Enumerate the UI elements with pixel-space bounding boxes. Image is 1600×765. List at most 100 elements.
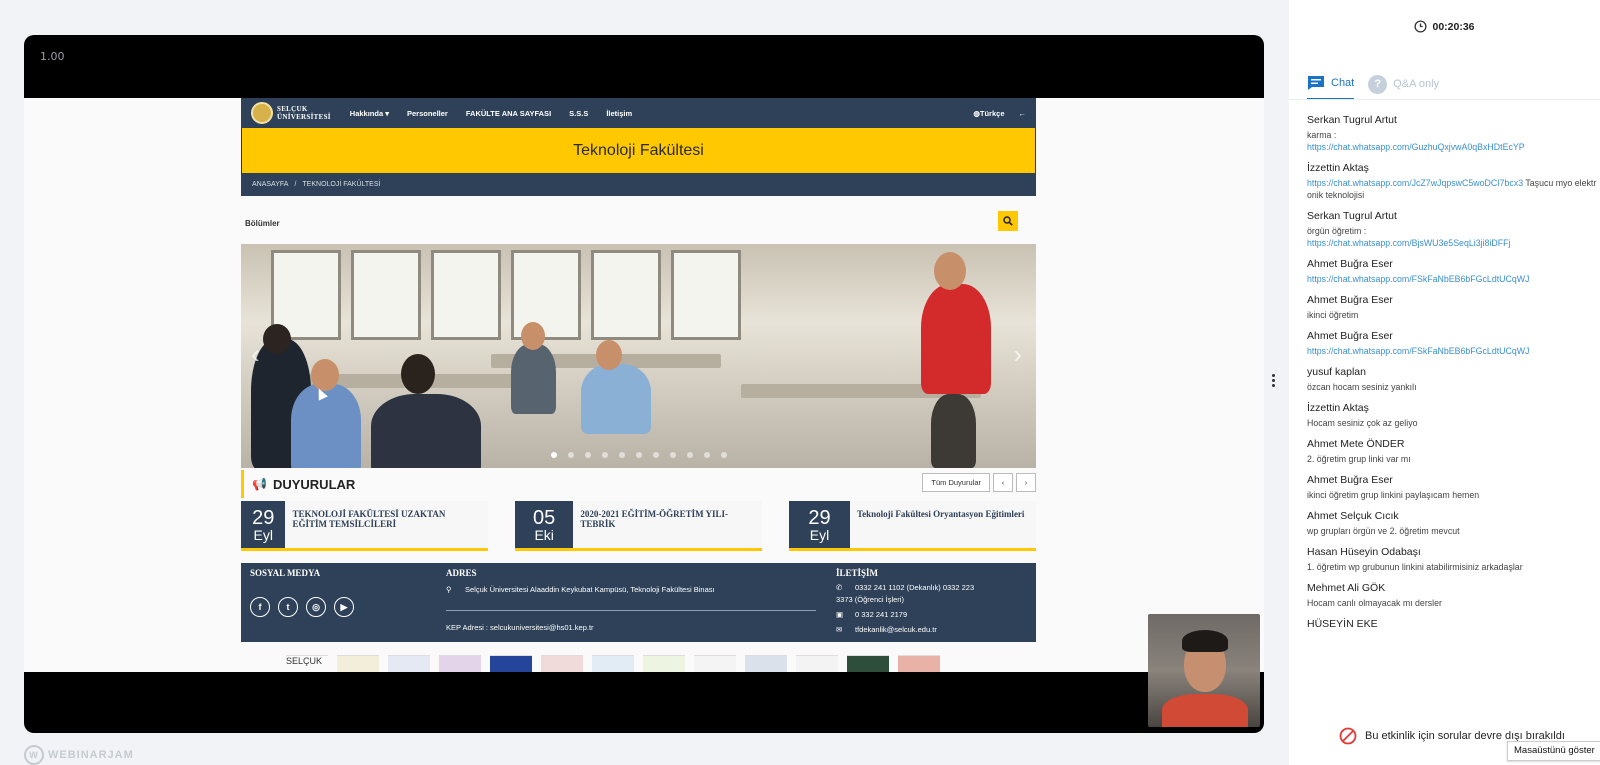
chat-author: HÜSEYİN EKE — [1307, 618, 1378, 630]
announcements-title: DUYURULAR — [272, 476, 356, 492]
footer-email: tfdekanlik@selcuk.edu.tr — [855, 625, 937, 634]
chat-author: Serkan Tugrul Artut — [1307, 114, 1397, 126]
webinarjam-brand: W WEBINARJAM — [24, 745, 134, 765]
chat-author: İzzettin Aktaş — [1307, 402, 1369, 414]
chat-message: yusuf kaplan özcan hocam sesiniz yankılı — [1307, 366, 1597, 393]
back-arrow-icon: ← — [1018, 108, 1027, 118]
footer-phone-cont: 3373 (Öğrenci İşleri) — [836, 595, 904, 604]
announcement-title: 2020-2021 EĞİTİM-ÖĞRETİM YILI-TEBRİK — [580, 509, 729, 529]
chat-bubble-icon — [1308, 76, 1324, 90]
chat-text: özcan hocam sesiniz yankılı — [1307, 382, 1417, 392]
logo-line-1: SELÇUK — [277, 105, 308, 113]
site-footer: SOSYAL MEDYA f t ◎ ▶ ADRES ⚲ Selçuk Üniv… — [241, 563, 1036, 642]
panel-options-icon[interactable] — [1266, 374, 1280, 387]
instagram-icon: ◎ — [306, 597, 326, 617]
chat-text: 2. öğretim grup linki var mı — [1307, 454, 1411, 464]
announcement-date: 29 Eyl — [241, 501, 286, 548]
chat-author: yusuf kaplan — [1307, 366, 1366, 378]
slider-pagination — [241, 452, 1036, 458]
chat-text: ikinci öğretim — [1307, 310, 1359, 320]
mail-icon: ✉ — [836, 625, 843, 634]
chat-author: İzzettin Aktaş — [1307, 162, 1369, 174]
announcement-item: 29 Eyl Teknoloji Fakültesi Oryantasyon E… — [789, 501, 1036, 551]
twitter-icon: t — [278, 597, 298, 617]
announcement-date: 29 Eyl — [789, 501, 850, 548]
chat-text: wp grupları örgün ve 2. öğretim mevcut — [1307, 526, 1460, 536]
announcements-next-button: › — [1016, 473, 1036, 492]
chat-message: Ahmet Buğra Eser ikinci öğretim — [1307, 294, 1597, 321]
footer-address: Selçuk Üniversitesi Alaaddin Keykubat Ka… — [465, 585, 715, 594]
announcement-title: TEKNOLOJİ FAKÜLTESİ UZAKTAN EĞİTİM TEMSİ… — [292, 509, 446, 529]
chat-author: Ahmet Buğra Eser — [1307, 258, 1393, 270]
timer-value: 00:20:36 — [1432, 20, 1475, 33]
nav-sss: S.S.S — [569, 108, 589, 118]
chat-message: Ahmet Selçuk Cıcık wp grupları örgün ve … — [1307, 510, 1597, 537]
language-label: Türkçe — [979, 108, 1005, 118]
chat-author: Ahmet Buğra Eser — [1307, 330, 1393, 342]
chat-message-list[interactable]: Serkan Tugrul Artut karma : https://chat… — [1307, 114, 1597, 699]
university-seal-icon — [251, 102, 273, 124]
chat-link[interactable]: https://chat.whatsapp.com/GuzhuQxjvwA0qB… — [1307, 142, 1525, 152]
chat-link[interactable]: https://chat.whatsapp.com/FSkFaNbEB6bFGc… — [1307, 274, 1529, 284]
shared-website: SELÇUK ÜNİVERSİTESİ Hakkında ▾ Personell… — [241, 98, 1036, 672]
footer-kep: KEP Adresi : selcukuniversitesi@hs01.kep… — [446, 623, 594, 632]
social-links: f t ◎ ▶ — [250, 597, 354, 617]
footer-phone: 0332 241 1102 (Dekanlık) 0332 223 — [855, 583, 975, 592]
tab-qa-only[interactable]: ? Q&A only — [1368, 68, 1439, 100]
prohibited-icon — [1339, 727, 1357, 745]
playback-speed: 1.00 — [40, 50, 65, 63]
chat-link[interactable]: https://chat.whatsapp.com/BjsWU3e5SeqLi3… — [1307, 238, 1510, 248]
clock-icon — [1414, 20, 1428, 33]
chat-message: Mehmet Ali GÖK Hocam canlı olmayacak mı … — [1307, 582, 1597, 609]
search-icon — [1003, 216, 1013, 226]
nav-iletisim: İletişim — [606, 108, 633, 118]
social-heading: SOSYAL MEDYA — [250, 568, 321, 578]
tab-chat[interactable]: Chat — [1307, 68, 1355, 100]
chat-text: Hocam canlı olmayacak mı dersler — [1307, 598, 1442, 608]
partner-logo-strip: SELÇUK — [241, 655, 1036, 672]
site-search-button — [998, 211, 1018, 231]
chat-author: Ahmet Buğra Eser — [1307, 294, 1393, 306]
facebook-icon: f — [250, 597, 270, 617]
chat-link[interactable]: https://chat.whatsapp.com/JcZ7wJqpswC5wo… — [1307, 178, 1523, 188]
chat-message: Hasan Hüseyin Odabaşı 1. öğretim wp grub… — [1307, 546, 1597, 573]
presenter-webcam[interactable] — [1148, 614, 1260, 727]
chat-text: karma : — [1307, 130, 1337, 140]
panel-tabs: Chat ? Q&A only — [1307, 68, 1439, 100]
faculty-title: Teknoloji Fakültesi — [573, 141, 704, 159]
brand-name: WEBINARJAM — [48, 749, 134, 761]
chat-message: Ahmet Buğra Eser https://chat.whatsapp.c… — [1307, 330, 1597, 357]
chat-message: Ahmet Mete ÖNDER 2. öğretim grup linki v… — [1307, 438, 1597, 465]
announcement-item: 05 Eki 2020-2021 EĞİTİM-ÖĞRETİM YILI-TEB… — [515, 501, 762, 551]
breadcrumb-separator: / — [294, 181, 297, 188]
chat-author: Ahmet Buğra Eser — [1307, 474, 1393, 486]
chat-author: Ahmet Selçuk Cıcık — [1307, 510, 1399, 522]
video-player[interactable]: 1.00 SELÇUK ÜNİVERSİTESİ Hakkında ▾ Pers… — [24, 35, 1264, 733]
chat-message: İzzettin Aktaş https://chat.whatsapp.com… — [1307, 162, 1597, 201]
location-pin-icon: ⚲ — [446, 585, 452, 594]
nav-fakulte-ana-sayfasi: FAKÜLTE ANA SAYFASI — [465, 108, 552, 118]
selcuk-logo: SELÇUK — [286, 655, 328, 672]
departments-label: Bölümler — [245, 219, 280, 228]
chat-link[interactable]: https://chat.whatsapp.com/FSkFaNbEB6bFGc… — [1307, 346, 1529, 356]
tab-qa-label: Q&A only — [1393, 78, 1440, 90]
announcements-prev-button: ‹ — [993, 473, 1013, 492]
chat-message: Serkan Tugrul Artut karma : https://chat… — [1307, 114, 1597, 153]
fax-icon: ▣ — [836, 610, 844, 619]
slider-next-icon: › — [1013, 339, 1022, 369]
tab-chat-label: Chat — [1331, 77, 1355, 89]
breadcrumb: ANASAYFA / TEKNOLOJİ FAKÜLTESİ — [241, 173, 1036, 196]
phone-icon: ✆ — [836, 583, 843, 592]
show-desktop-tooltip: Masaüstünü göster — [1507, 741, 1600, 761]
chat-message: Ahmet Buğra Eser https://chat.whatsapp.c… — [1307, 258, 1597, 285]
breadcrumb-home: ANASAYFA — [252, 181, 289, 188]
megaphone-icon: 📢 — [252, 477, 267, 491]
chat-message: Serkan Tugrul Artut örgün öğretim : http… — [1307, 210, 1597, 249]
chat-panel: 00:20:36 Chat ? Q&A only Serkan Tugrul A… — [1289, 0, 1600, 765]
chat-author: Serkan Tugrul Artut — [1307, 210, 1397, 222]
chat-text: 1. öğretim wp grubunun linkini atabilirm… — [1307, 562, 1523, 572]
logo-line-2: ÜNİVERSİTESİ — [277, 113, 331, 121]
question-icon: ? — [1368, 74, 1388, 94]
chat-text: ikinci öğretim grup linkini paylaşıcam h… — [1307, 490, 1480, 500]
youtube-icon: ▶ — [334, 597, 354, 617]
